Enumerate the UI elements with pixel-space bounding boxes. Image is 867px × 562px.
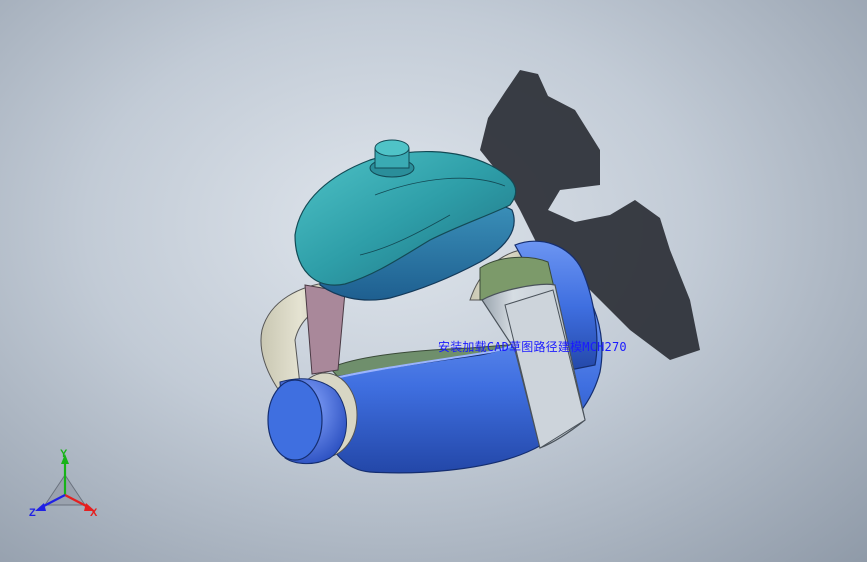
z-axis-label: Z — [29, 507, 36, 519]
model-annotation-text: 安装加载CAD草图路径建模MCH270 — [438, 340, 627, 354]
top-knob-cap — [374, 139, 410, 157]
coordinate-triad: Y X Z — [29, 448, 98, 519]
x-axis-label: X — [90, 507, 98, 519]
model-canvas[interactable]: Y X Z — [0, 0, 867, 562]
top-strap — [304, 284, 346, 375]
3d-viewport[interactable]: Y X Z 安装加载CAD草图路径建模MCH270 — [0, 0, 867, 562]
side-knob-face[interactable] — [267, 379, 323, 461]
y-axis-label: Y — [60, 448, 68, 460]
